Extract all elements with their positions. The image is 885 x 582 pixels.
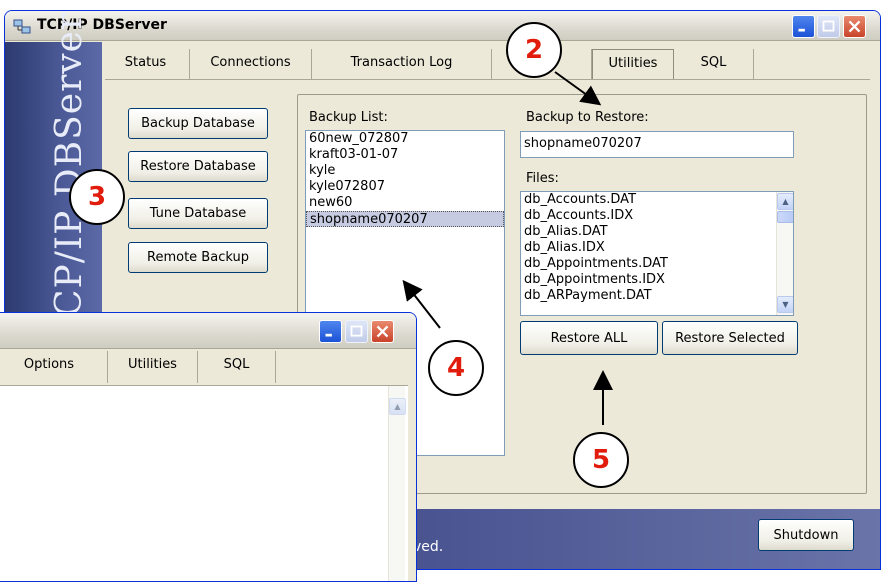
files-scrollbar[interactable]: ▲ ▼ <box>776 192 793 315</box>
minimize-button[interactable] <box>792 15 815 38</box>
tab-options[interactable]: Options <box>0 351 108 383</box>
list-item[interactable]: db_Alias.DAT <box>521 224 793 240</box>
shutdown-button[interactable]: Shutdown <box>758 519 854 551</box>
list-item[interactable]: kraft03-01-07 <box>306 147 504 163</box>
network-computer-icon <box>13 19 31 34</box>
close-icon <box>848 20 861 33</box>
close-icon <box>376 325 389 338</box>
maximize-button[interactable] <box>817 15 840 38</box>
minimize-button[interactable] <box>319 320 342 343</box>
callout-4: 4 <box>428 340 484 396</box>
maximize-icon <box>822 20 835 32</box>
list-item[interactable]: db_Accounts.DAT <box>521 192 793 208</box>
remote-backup-button[interactable]: Remote Backup <box>128 242 268 273</box>
tab-label: Options <box>23 357 75 372</box>
list-item[interactable]: db_Alias.IDX <box>521 240 793 256</box>
restore-selected-button[interactable]: Restore Selected <box>662 321 798 355</box>
tab-label: SQL <box>700 55 727 70</box>
secondary-window: Options Utilities SQL ▲ <box>0 312 417 582</box>
callout-2: 2 <box>506 22 562 78</box>
close-button[interactable] <box>843 15 866 38</box>
scroll-down-icon[interactable]: ▼ <box>777 296 793 313</box>
tab-label: Utilities <box>128 357 177 372</box>
maximize-button[interactable] <box>345 320 368 343</box>
backup-database-button[interactable]: Backup Database <box>128 108 268 139</box>
list-item[interactable]: db_ARPayment.DAT <box>521 288 793 304</box>
close-button[interactable] <box>371 320 394 343</box>
scroll-thumb[interactable] <box>777 211 793 223</box>
tab-sql[interactable]: SQL <box>674 49 754 79</box>
list-item[interactable]: db_Appointments.IDX <box>521 272 793 288</box>
tab-sql[interactable]: SQL <box>198 351 276 383</box>
backup-to-restore-field[interactable]: shopname070207 <box>520 131 794 158</box>
main-title-bar[interactable]: TCP/IP DBServer <box>5 11 880 41</box>
tab-utilities[interactable]: Utilities <box>108 351 198 383</box>
backup-list-label: Backup List: <box>309 110 388 125</box>
tab-label: Utilities <box>608 56 658 71</box>
tab-label: Connections <box>210 55 291 70</box>
list-item[interactable]: kyle072807 <box>306 179 504 195</box>
footer-text: ved. <box>413 539 444 555</box>
list-item[interactable]: kyle <box>306 163 504 179</box>
tab-transaction-log[interactable]: Transaction Log <box>312 49 492 79</box>
maximize-icon <box>350 325 363 337</box>
secondary-tabstrip: Options Utilities SQL <box>0 351 416 383</box>
tab-label: SQL <box>223 357 250 372</box>
main-tabstrip: Status Connections Transaction Log Utili… <box>102 49 880 79</box>
tab-label: Status <box>124 55 167 70</box>
content-scrollbar[interactable]: ▲ <box>388 386 406 581</box>
tab-utilities[interactable]: Utilities <box>592 49 674 79</box>
restore-all-button[interactable]: Restore ALL <box>520 321 658 355</box>
minimize-icon <box>325 333 332 337</box>
minimize-icon <box>798 28 805 32</box>
tune-database-button[interactable]: Tune Database <box>128 198 268 229</box>
files-label: Files: <box>526 171 559 186</box>
list-item[interactable]: 60new_072807 <box>306 131 504 147</box>
callout-3: 3 <box>69 169 125 225</box>
tab-status[interactable]: Status <box>102 49 190 79</box>
tab-label: Transaction Log <box>350 55 453 70</box>
files-list[interactable]: db_Accounts.DAT db_Accounts.IDX db_Alias… <box>520 191 794 316</box>
restore-database-button[interactable]: Restore Database <box>128 151 268 182</box>
scroll-up-icon[interactable]: ▲ <box>777 193 793 210</box>
list-item[interactable]: db_Appointments.DAT <box>521 256 793 272</box>
list-item[interactable]: new60 <box>306 195 504 211</box>
scroll-up-icon[interactable]: ▲ <box>389 398 406 415</box>
backup-to-restore-label: Backup to Restore: <box>526 110 649 125</box>
list-item[interactable]: db_Accounts.IDX <box>521 208 793 224</box>
secondary-content-area[interactable]: ▲ <box>0 385 408 581</box>
callout-5: 5 <box>573 432 629 488</box>
list-item-selected[interactable]: shopname070207 <box>306 211 504 227</box>
tab-connections[interactable]: Connections <box>190 49 312 79</box>
secondary-title-bar[interactable] <box>0 313 416 349</box>
